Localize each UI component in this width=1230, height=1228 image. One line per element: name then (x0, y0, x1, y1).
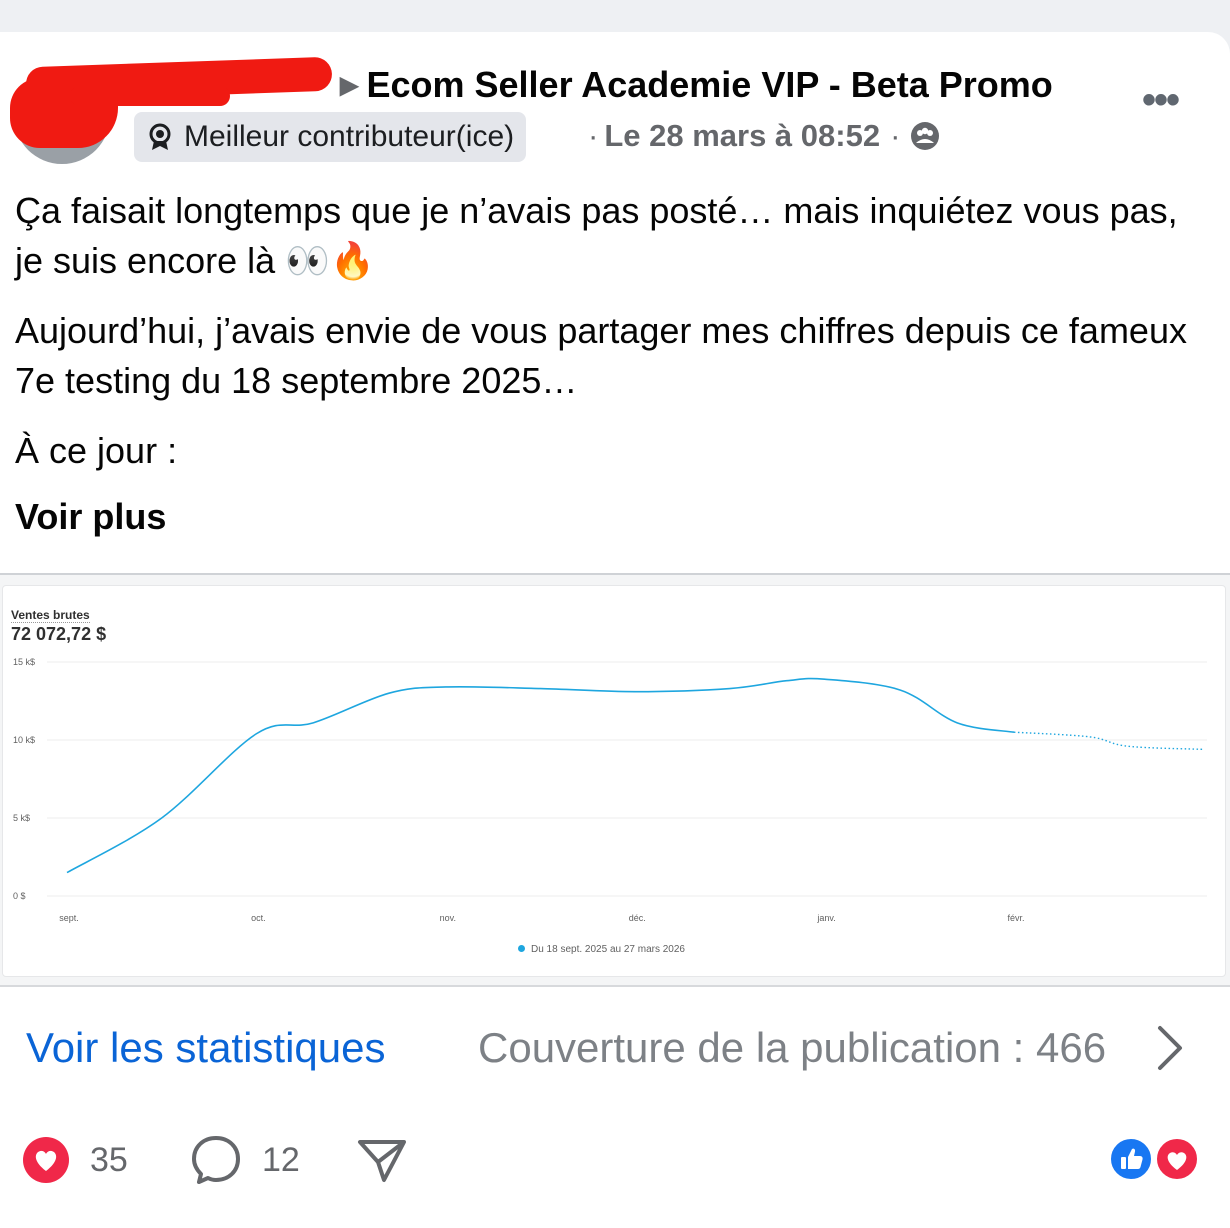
contributor-badge[interactable]: Meilleur contributeur(ice) (134, 112, 527, 162)
legend-label: Du 18 sept. 2025 au 27 mars 2026 (531, 944, 685, 955)
group-name-link[interactable]: Ecom Seller Academie VIP - Beta Promo (366, 64, 1052, 105)
post-paragraph: À ce jour : (15, 430, 178, 471)
comment-bubble-icon (192, 1136, 240, 1184)
series-projection-line (1013, 731, 1204, 751)
chart-legend: Du 18 sept. 2025 au 27 mars 2026 (518, 944, 685, 955)
chevron-right-icon[interactable] (1150, 1022, 1190, 1074)
send-icon (358, 1140, 406, 1182)
post-image[interactable]: Ventes brutes 72 072,72 $ 15 k$ 10 k$ 5 k$… (0, 575, 1230, 985)
y-tick-label: 5 k$ (13, 813, 30, 823)
more-options-button[interactable]: ••• (1134, 80, 1186, 124)
series-line (66, 677, 1015, 874)
divider (0, 985, 1230, 987)
y-tick-label: 0 $ (13, 891, 26, 901)
triangle-right-icon: ▶ (340, 72, 359, 99)
legend-dot (518, 945, 525, 952)
x-tick-label: oct. (251, 913, 266, 923)
x-tick-label: nov. (440, 913, 456, 923)
y-tick-label: 10 k$ (13, 735, 35, 745)
post-paragraph: Ça faisait longtemps que je n’avais pas … (15, 190, 1178, 281)
heart-reaction-icon (23, 1137, 69, 1183)
x-tick-label: déc. (629, 913, 646, 923)
sales-chart: Ventes brutes 72 072,72 $ 15 k$ 10 k$ 5 k$… (2, 585, 1226, 977)
like-button[interactable]: 35 (22, 1134, 128, 1186)
x-tick-label: janv. (816, 913, 835, 923)
post-paragraph: Aujourd’hui, j’avais envie de vous parta… (15, 310, 1187, 401)
post-timestamp[interactable]: Le 28 mars à 08:52 (604, 118, 880, 153)
x-tick-label: sept. (59, 913, 79, 923)
comments-count: 12 (262, 1140, 300, 1179)
x-tick-label: févr. (1007, 913, 1024, 923)
y-tick-label: 15 k$ (13, 657, 35, 667)
view-statistics-link[interactable]: Voir les statistiques (26, 1024, 386, 1072)
post-body: Ça faisait longtemps que je n’avais pas … (15, 186, 1215, 496)
group-audience-icon (911, 122, 940, 150)
post-meta: · Le 28 mars à 08:52 · (588, 118, 940, 154)
love-reaction-icon[interactable] (1154, 1136, 1200, 1182)
like-reaction-icon[interactable] (1108, 1136, 1154, 1182)
award-icon (149, 123, 171, 150)
comment-button[interactable]: 12 (190, 1134, 300, 1186)
post-reach-text[interactable]: Couverture de la publication : 466 (478, 1024, 1106, 1072)
likes-count: 35 (90, 1140, 128, 1179)
share-button[interactable] (356, 1134, 408, 1186)
see-more-link[interactable]: Voir plus (15, 496, 166, 538)
badge-label: Meilleur contributeur(ice) (184, 120, 515, 153)
group-name-line: ▶ Ecom Seller Academie VIP - Beta Promo (340, 64, 1053, 106)
line-chart-svg: 15 k$ 10 k$ 5 k$ 0 $ sept. oct. nov. déc. janv. f… (13, 657, 1207, 923)
